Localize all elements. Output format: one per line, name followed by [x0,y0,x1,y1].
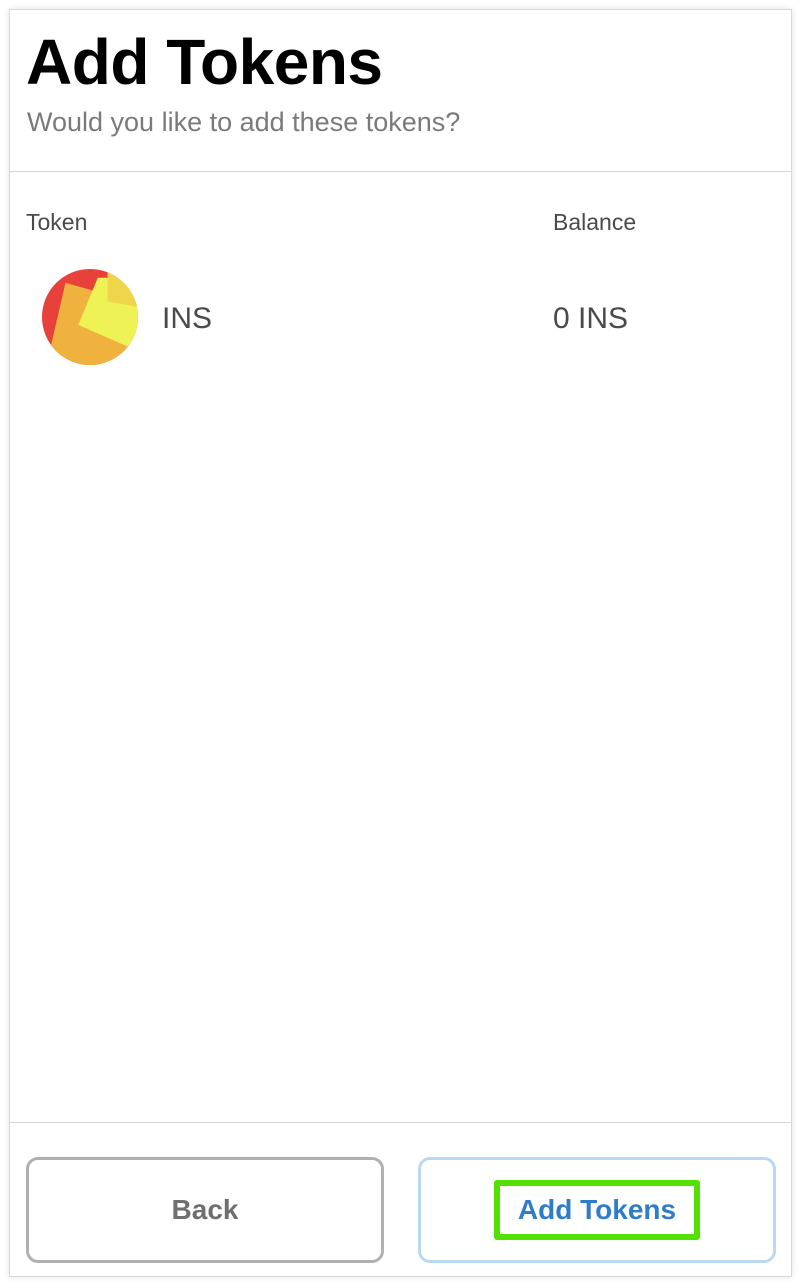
ins-token-icon [41,268,139,366]
back-button-label: Back [171,1194,239,1225]
token-balance: 0 INS [553,302,629,335]
back-button[interactable]: Back [26,1157,384,1263]
add-tokens-button[interactable]: Add Tokens [418,1157,776,1263]
page-title: Add Tokens [26,26,383,98]
column-header-token: Token [26,209,88,235]
page-subtitle: Would you like to add these tokens? [27,107,461,137]
column-header-balance: Balance [553,209,637,235]
token-symbol: INS [162,302,213,335]
add-tokens-button-label: Add Tokens [493,1180,701,1240]
token-row: INS 0 INS [10,265,791,366]
header-divider [10,171,791,172]
footer-divider [10,1122,791,1123]
add-tokens-panel: Add Tokens Would you like to add these t… [9,9,792,1277]
